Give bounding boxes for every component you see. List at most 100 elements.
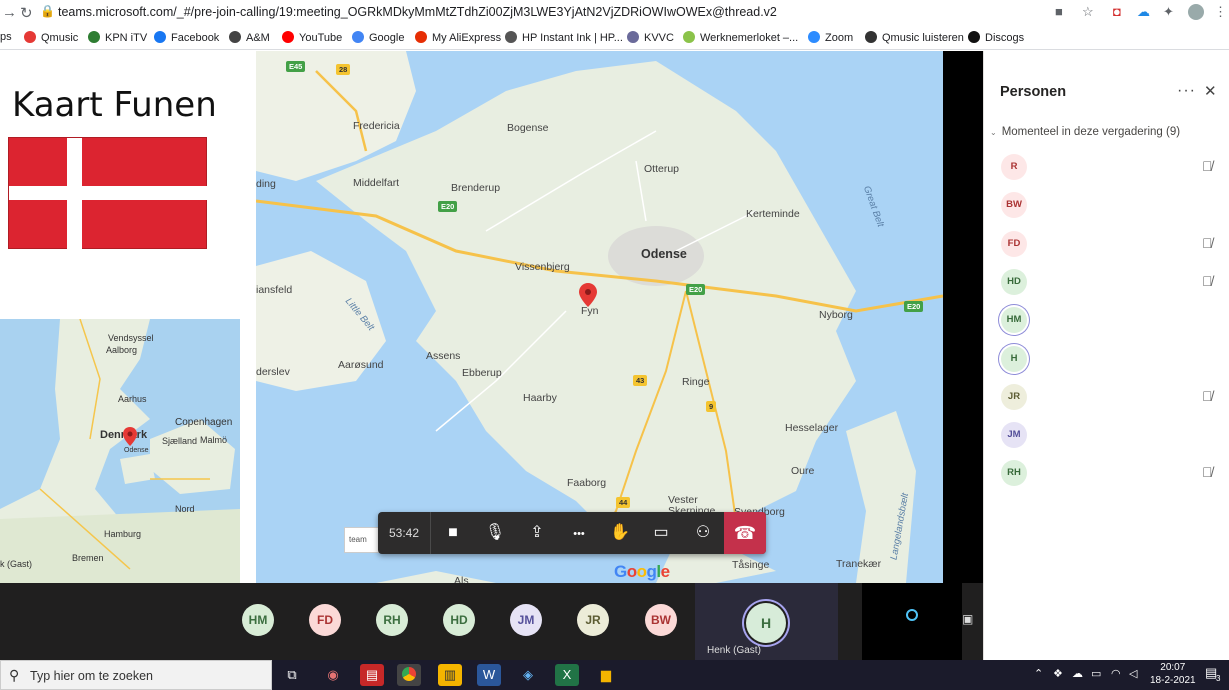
- place-bogense: Bogense: [507, 122, 549, 134]
- participant-row[interactable]: HM: [984, 302, 1229, 338]
- reload-icon[interactable]: ↻: [20, 4, 33, 22]
- camera-blocked-icon[interactable]: ■: [1055, 4, 1063, 19]
- camera-switch-icon[interactable]: ▣: [962, 612, 973, 626]
- dropbox-icon[interactable]: ❖: [1053, 667, 1063, 680]
- bookmark-item[interactable]: Qmusic luisteren: [865, 31, 964, 44]
- tray-expand-icon[interactable]: ⌃: [1034, 667, 1043, 680]
- folder-icon[interactable]: ▆: [594, 664, 618, 686]
- place-oure: Oure: [791, 465, 815, 477]
- raise-hand-button[interactable]: ✋: [599, 512, 641, 554]
- google-logo-letter: G: [614, 562, 627, 581]
- app-icon-3[interactable]: ◈: [516, 664, 540, 686]
- participant-row[interactable]: RH 🎙̸: [984, 455, 1229, 491]
- volume-icon[interactable]: ◁: [1129, 667, 1137, 680]
- bookmark-label: Facebook: [171, 32, 220, 44]
- bookmark-label: YouTube: [299, 32, 343, 44]
- bookmark-item[interactable]: Qmusic: [24, 31, 78, 44]
- bookmark-item[interactable]: Discogs: [968, 31, 1024, 44]
- taskbar-search[interactable]: ⚲ Typ hier om te zoeken: [0, 660, 272, 690]
- gallery-avatar[interactable]: JR: [577, 604, 609, 636]
- system-clock[interactable]: 20:07 18-2-2021: [1150, 661, 1196, 687]
- bookmark-star-icon[interactable]: ☆: [1082, 4, 1094, 20]
- place-ding: ding: [256, 178, 276, 190]
- call-control-bar: 53:42 ■ 🎙 ⇪ ••• ✋ ▭ ⚇ ☎: [378, 512, 766, 554]
- pocket-extension-icon[interactable]: ◘: [1113, 4, 1121, 19]
- bookmark-label: KVVC: [644, 32, 674, 44]
- more-options-icon[interactable]: ···: [1177, 82, 1196, 100]
- minimap-label-copenhagen: Copenhagen: [175, 417, 233, 428]
- mic-muted-icon: 🎙̸: [1202, 158, 1213, 174]
- lock-icon[interactable]: 🔒: [40, 4, 55, 18]
- file-explorer-icon[interactable]: ▥: [438, 664, 462, 686]
- close-icon[interactable]: ✕: [1204, 82, 1217, 100]
- active-speaker-tile[interactable]: H Henk (Gast): [695, 583, 838, 660]
- bookmark-item[interactable]: KVVC: [627, 31, 674, 44]
- camera-button[interactable]: ■: [432, 512, 474, 554]
- slide-title: Kaart Funen: [12, 85, 217, 125]
- forward-icon[interactable]: →: [2, 4, 17, 21]
- participants-panel: Personen ··· ✕ ⌄ Momenteel in deze vergad…: [983, 51, 1229, 660]
- battery-icon[interactable]: ▭: [1091, 667, 1101, 680]
- gallery-avatar[interactable]: JM: [510, 604, 542, 636]
- bookmark-item[interactable]: A&M: [229, 31, 270, 44]
- profile-avatar[interactable]: [1188, 4, 1204, 20]
- bookmark-item[interactable]: KPN iTV: [88, 31, 147, 44]
- section-in-meeting[interactable]: ⌄ Momenteel in deze vergadering (9): [990, 126, 1180, 138]
- onedrive-icon[interactable]: ☁: [1072, 667, 1083, 680]
- participant-row[interactable]: R 🎙̸: [984, 149, 1229, 185]
- bookmark-item[interactable]: YouTube: [282, 31, 342, 44]
- app-icon-2[interactable]: ▤: [360, 664, 384, 686]
- participant-row[interactable]: HD 🎙̸: [984, 264, 1229, 300]
- bookmark-item[interactable]: Werknemerloket –...: [683, 31, 798, 44]
- panel-title: Personen: [1000, 84, 1067, 100]
- menu-icon[interactable]: ⋮: [1214, 4, 1227, 20]
- sharing-notification[interactable]: team: [344, 527, 380, 553]
- onedrive-extension-icon[interactable]: ☁: [1137, 4, 1150, 20]
- bookmark-item[interactable]: ps: [0, 31, 12, 43]
- chat-button[interactable]: ▭: [640, 512, 682, 554]
- chevron-down-icon: ⌄: [990, 128, 997, 137]
- gallery-avatar[interactable]: HD: [443, 604, 475, 636]
- bookmark-item[interactable]: Google: [352, 31, 404, 44]
- self-video-tile[interactable]: [862, 583, 962, 660]
- more-actions-button[interactable]: •••: [558, 512, 600, 554]
- minimap-label-odense: Odense: [124, 447, 149, 454]
- participant-row[interactable]: FD 🎙̸: [984, 226, 1229, 262]
- participant-row[interactable]: BW: [984, 187, 1229, 223]
- word-icon[interactable]: W: [477, 664, 501, 686]
- minimap-pin-icon: [123, 427, 137, 446]
- gallery-avatar[interactable]: BW: [645, 604, 677, 636]
- hang-up-icon: ☎: [733, 523, 757, 543]
- bookmark-favicon-icon: [968, 31, 980, 43]
- funen-map[interactable]: E45 28 E20 E20 E20 43 9 44 Fredericia Bo…: [256, 51, 943, 583]
- participant-row[interactable]: JR 🎙̸: [984, 379, 1229, 415]
- url-field[interactable]: teams.microsoft.com/_#/pre-join-calling/…: [58, 5, 777, 19]
- participant-avatar: FD: [1001, 230, 1027, 257]
- participant-avatar: R: [1001, 154, 1027, 180]
- share-screen-button[interactable]: ⇪: [516, 512, 558, 554]
- gallery-avatar[interactable]: FD: [309, 604, 341, 636]
- participant-row[interactable]: H: [984, 341, 1229, 377]
- extensions-icon[interactable]: ✦: [1163, 4, 1174, 20]
- excel-icon[interactable]: X: [555, 664, 579, 686]
- gallery-avatar[interactable]: RH: [376, 604, 408, 636]
- mic-muted-button[interactable]: 🎙: [474, 512, 516, 554]
- hang-up-button[interactable]: ☎: [724, 512, 766, 554]
- wifi-icon[interactable]: ◠: [1111, 667, 1121, 680]
- app-icon-1[interactable]: ◉: [321, 664, 345, 686]
- place-middelfart: Middelfart: [353, 177, 400, 189]
- task-view-icon[interactable]: ⧉: [280, 664, 304, 686]
- bookmark-item[interactable]: HP Instant Ink | HP...: [505, 31, 623, 44]
- participant-row[interactable]: JM: [984, 417, 1229, 453]
- minimap-label-gast: k (Gast): [0, 559, 33, 569]
- place-als: Als: [454, 575, 469, 583]
- chrome-icon[interactable]: [397, 664, 421, 686]
- bookmark-item[interactable]: Zoom: [808, 31, 853, 44]
- participants-button[interactable]: ⚇: [682, 512, 724, 554]
- bookmark-item[interactable]: Facebook: [154, 31, 219, 44]
- search-icon: ⚲: [9, 667, 20, 683]
- participant-avatar: H: [1001, 345, 1027, 372]
- bookmark-item[interactable]: My AliExpress: [415, 31, 501, 44]
- gallery-avatar[interactable]: HM: [242, 604, 274, 636]
- bookmark-favicon-icon: [154, 31, 166, 43]
